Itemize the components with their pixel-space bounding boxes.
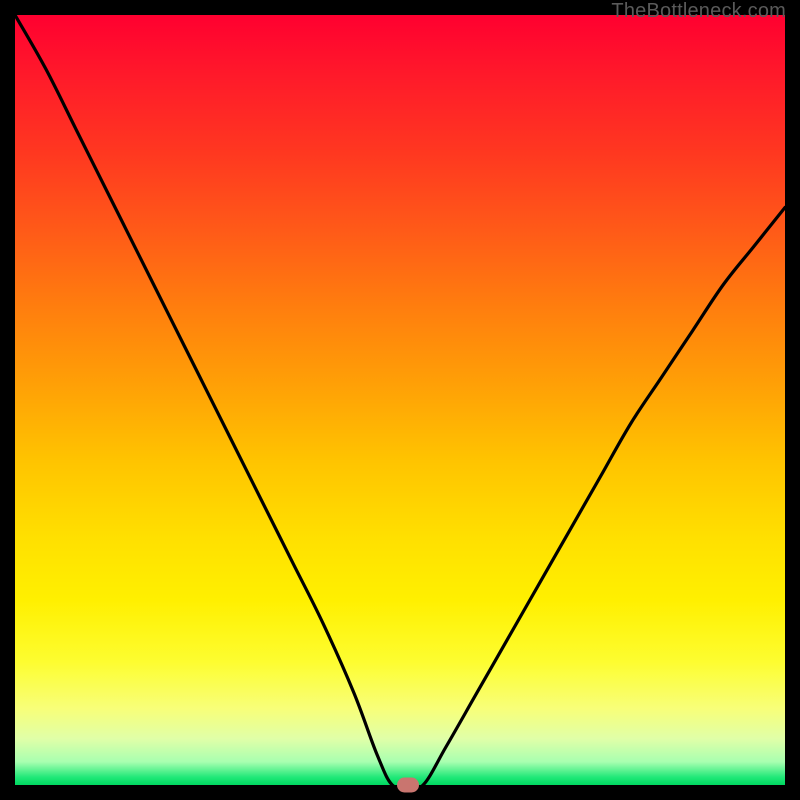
watermark-text: TheBottleneck.com (611, 0, 786, 23)
chart-container: TheBottleneck.com (0, 0, 800, 800)
bottleneck-curve (15, 15, 785, 785)
curve-svg (15, 15, 785, 785)
plot-area (15, 15, 785, 785)
optimal-point-marker (397, 778, 419, 793)
